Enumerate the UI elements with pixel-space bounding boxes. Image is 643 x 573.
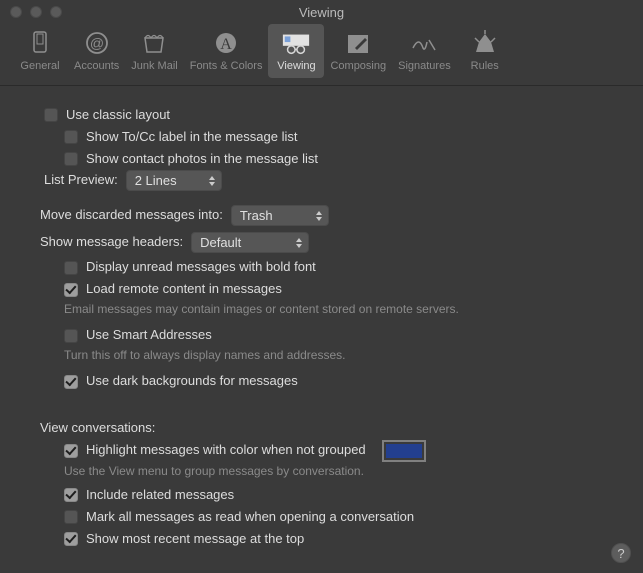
signatures-icon bbox=[407, 28, 441, 58]
help-button[interactable]: ? bbox=[611, 543, 631, 563]
tab-label: Signatures bbox=[398, 60, 451, 72]
preferences-window: Viewing General @ Accounts Junk Mail A F… bbox=[0, 0, 643, 573]
headers-select[interactable]: Default bbox=[191, 232, 309, 253]
tab-accounts[interactable]: @ Accounts bbox=[68, 24, 125, 78]
help-icon: ? bbox=[617, 546, 624, 561]
conversations-heading: View conversations: bbox=[40, 418, 155, 439]
remote-content-subtext: Email messages may contain images or con… bbox=[44, 300, 615, 319]
tab-label: Rules bbox=[471, 60, 499, 72]
window-title: Viewing bbox=[0, 5, 643, 20]
remote-content-checkbox[interactable] bbox=[64, 283, 78, 297]
tab-label: Fonts & Colors bbox=[190, 60, 263, 72]
viewing-icon bbox=[279, 28, 313, 58]
svg-text:@: @ bbox=[90, 35, 104, 51]
recent-top-label: Show most recent message at the top bbox=[86, 529, 304, 550]
list-preview-select[interactable]: 2 Lines bbox=[126, 170, 222, 191]
include-related-label: Include related messages bbox=[86, 485, 234, 506]
recent-top-checkbox[interactable] bbox=[64, 532, 78, 546]
zoom-icon[interactable] bbox=[50, 6, 62, 18]
dark-bg-label: Use dark backgrounds for messages bbox=[86, 371, 298, 392]
composing-icon bbox=[341, 28, 375, 58]
show-tocc-label: Show To/Cc label in the message list bbox=[86, 127, 297, 148]
include-related-checkbox[interactable] bbox=[64, 488, 78, 502]
classic-layout-label: Use classic layout bbox=[66, 105, 170, 126]
headers-label: Show message headers: bbox=[40, 232, 183, 253]
smart-addresses-label: Use Smart Addresses bbox=[86, 325, 212, 346]
close-icon[interactable] bbox=[10, 6, 22, 18]
smart-addresses-subtext: Turn this off to always display names an… bbox=[44, 346, 615, 365]
rules-icon bbox=[468, 28, 502, 58]
move-discarded-select[interactable]: Trash bbox=[231, 205, 329, 226]
stepper-icon bbox=[205, 171, 219, 190]
tab-general[interactable]: General bbox=[12, 24, 68, 78]
general-icon bbox=[23, 28, 57, 58]
remote-content-label: Load remote content in messages bbox=[86, 279, 282, 300]
fonts-icon: A bbox=[209, 28, 243, 58]
junk-icon bbox=[137, 28, 171, 58]
move-discarded-label: Move discarded messages into: bbox=[40, 205, 223, 226]
minimize-icon[interactable] bbox=[30, 6, 42, 18]
list-preview-value: 2 Lines bbox=[135, 171, 177, 192]
accounts-icon: @ bbox=[80, 28, 114, 58]
list-preview-label: List Preview: bbox=[44, 170, 118, 191]
titlebar: Viewing bbox=[0, 0, 643, 24]
tab-label: Composing bbox=[330, 60, 386, 72]
stepper-icon bbox=[312, 206, 326, 225]
tab-signatures[interactable]: Signatures bbox=[392, 24, 457, 78]
bold-unread-label: Display unread messages with bold font bbox=[86, 257, 316, 278]
highlight-label: Highlight messages with color when not g… bbox=[86, 440, 366, 461]
window-controls bbox=[10, 6, 62, 18]
bold-unread-checkbox[interactable] bbox=[64, 261, 78, 275]
tab-fonts-colors[interactable]: A Fonts & Colors bbox=[184, 24, 269, 78]
mark-all-read-label: Mark all messages as read when opening a… bbox=[86, 507, 414, 528]
headers-value: Default bbox=[200, 233, 241, 254]
show-tocc-checkbox[interactable] bbox=[64, 130, 78, 144]
tab-label: Viewing bbox=[277, 60, 315, 72]
move-discarded-value: Trash bbox=[240, 206, 273, 227]
tab-rules[interactable]: Rules bbox=[457, 24, 513, 78]
show-photos-label: Show contact photos in the message list bbox=[86, 149, 318, 170]
tab-label: General bbox=[20, 60, 59, 72]
svg-text:A: A bbox=[220, 36, 232, 53]
highlight-checkbox[interactable] bbox=[64, 444, 78, 458]
highlight-subtext: Use the View menu to group messages by c… bbox=[44, 462, 615, 481]
classic-layout-checkbox[interactable] bbox=[44, 108, 58, 122]
prefs-toolbar: General @ Accounts Junk Mail A Fonts & C… bbox=[0, 24, 643, 86]
tab-composing[interactable]: Composing bbox=[324, 24, 392, 78]
highlight-color-swatch[interactable] bbox=[382, 440, 426, 462]
tab-label: Junk Mail bbox=[131, 60, 177, 72]
smart-addresses-checkbox[interactable] bbox=[64, 329, 78, 343]
stepper-icon bbox=[292, 233, 306, 252]
mark-all-read-checkbox[interactable] bbox=[64, 510, 78, 524]
dark-bg-checkbox[interactable] bbox=[64, 375, 78, 389]
tab-label: Accounts bbox=[74, 60, 119, 72]
show-photos-checkbox[interactable] bbox=[64, 152, 78, 166]
tab-junkmail[interactable]: Junk Mail bbox=[125, 24, 183, 78]
tab-viewing[interactable]: Viewing bbox=[268, 24, 324, 78]
content-area: Use classic layout Show To/Cc label in t… bbox=[0, 86, 643, 568]
